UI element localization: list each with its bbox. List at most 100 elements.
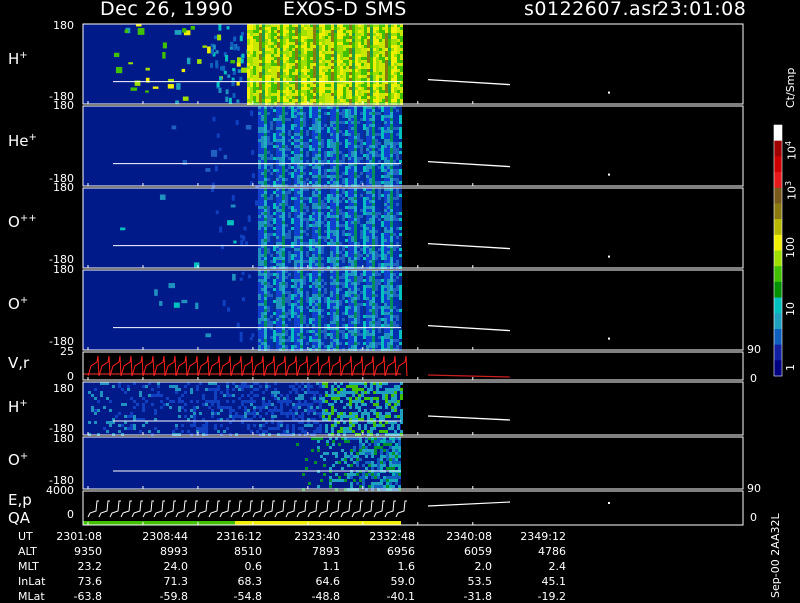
flux-cell — [265, 33, 268, 36]
flux-cell — [319, 51, 322, 54]
flux-cell — [345, 248, 348, 251]
flux-cell — [288, 242, 291, 245]
flux-cell — [264, 169, 267, 172]
flux-cell — [354, 109, 357, 112]
flux-cell — [274, 39, 277, 42]
flux-cell — [363, 139, 366, 142]
flux-cell — [336, 227, 339, 230]
flux-cell — [345, 203, 348, 206]
flux-cell — [361, 84, 364, 87]
flux-cell — [372, 175, 375, 178]
flux-cell — [261, 248, 264, 251]
flux-cell — [309, 112, 312, 115]
flux-cell — [367, 87, 370, 90]
flux-cell — [351, 263, 354, 266]
flux-cell — [264, 248, 267, 251]
flux-cell — [318, 127, 321, 130]
flux-cell — [333, 297, 336, 300]
flux-cell — [270, 276, 273, 279]
flux-cell — [315, 330, 318, 333]
flux-cell — [381, 148, 384, 151]
flux-cell — [336, 181, 339, 184]
flux-cell — [297, 160, 300, 163]
flux-cell — [264, 124, 267, 127]
flux-cell — [361, 33, 364, 36]
flux-cell — [340, 99, 343, 102]
flux-cell — [294, 263, 297, 266]
flux-cell — [261, 312, 264, 315]
flux-cell — [298, 60, 301, 63]
flux-cell — [336, 339, 339, 342]
flux-cell — [366, 166, 369, 169]
flux-cell — [316, 48, 319, 51]
flux-cell — [363, 148, 366, 151]
flux-cell — [393, 212, 396, 215]
flux-cell — [396, 145, 399, 148]
flux-cell — [282, 260, 285, 263]
flux-cell — [300, 318, 303, 321]
flux-cell — [264, 315, 267, 318]
flux-cell — [342, 166, 345, 169]
flux-cell — [399, 218, 402, 221]
flux-cell — [378, 191, 381, 194]
flux-cell — [250, 60, 253, 63]
flux-cell — [396, 148, 399, 151]
flux-cell — [378, 215, 381, 218]
flux-cell — [288, 115, 291, 118]
flux-cell — [342, 175, 345, 178]
flux-cell — [337, 27, 340, 30]
flux-cell — [336, 145, 339, 148]
flux-cell — [352, 72, 355, 75]
flux-cell — [300, 109, 303, 112]
flux-cell — [315, 233, 318, 236]
flux-cell — [276, 142, 279, 145]
flux-cell — [264, 336, 267, 339]
flux-cell — [336, 127, 339, 130]
flux-cell — [388, 39, 391, 42]
flux-cell — [388, 30, 391, 33]
flux-cell — [315, 254, 318, 257]
flux-cell — [309, 254, 312, 257]
flux-cell — [321, 118, 324, 121]
flux-cell — [393, 172, 396, 175]
flux-cell — [285, 221, 288, 224]
flux-cell — [273, 273, 276, 276]
flux-cell — [324, 336, 327, 339]
flux-cell — [274, 33, 277, 36]
flux-cell — [390, 178, 393, 181]
flux-cell — [279, 166, 282, 169]
flux-cell — [191, 26, 195, 30]
flux-cell — [342, 248, 345, 251]
flux-cell — [342, 139, 345, 142]
flux-cell — [318, 124, 321, 127]
flux-cell — [327, 324, 330, 327]
flux-cell — [309, 172, 312, 175]
flux-cell — [369, 206, 372, 209]
flux-cell — [318, 118, 321, 121]
flux-cell — [267, 324, 270, 327]
flux-cell — [276, 224, 279, 227]
flux-cell — [298, 51, 301, 54]
flux-cell — [273, 306, 276, 309]
flux-cell — [390, 254, 393, 257]
flux-cell — [273, 260, 276, 263]
flux-cell — [348, 233, 351, 236]
flux-cell — [262, 96, 265, 99]
flux-cell — [301, 42, 304, 45]
flux-cell — [393, 154, 396, 157]
flux-cell — [253, 72, 256, 75]
flux-cell — [182, 69, 185, 72]
flux-cell — [363, 218, 366, 221]
flux-cell — [279, 324, 282, 327]
flux-cell — [270, 294, 273, 297]
flux-cell — [303, 291, 306, 294]
flux-cell — [288, 251, 291, 254]
flux-cell — [349, 75, 352, 78]
flux-cell — [303, 148, 306, 151]
flux-cell — [270, 330, 273, 333]
flux-cell — [294, 291, 297, 294]
flux-cell — [330, 136, 333, 139]
flux-cell — [270, 191, 273, 194]
flux-cell — [300, 169, 303, 172]
flux-cell — [367, 60, 370, 63]
